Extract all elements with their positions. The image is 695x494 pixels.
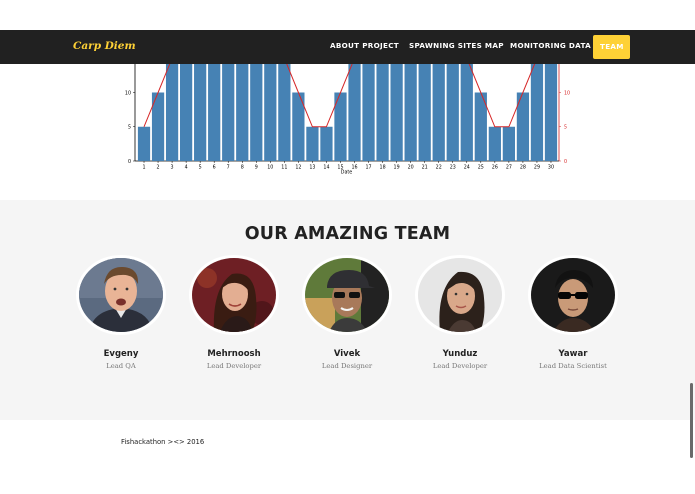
avatar-vivek (302, 255, 392, 335)
x-tick-label: 20 (408, 165, 414, 171)
x-tick-label: 2 (157, 165, 160, 171)
chart-bar (250, 64, 263, 161)
team-member-card: Mehrnoosh Lead Developer (184, 255, 284, 370)
member-role: Lead Developer (206, 362, 262, 370)
x-tick-label: 24 (464, 165, 470, 171)
team-member-card: Yawar Lead Data Scientist (523, 255, 623, 370)
member-role: Lead Developer (432, 362, 488, 370)
member-name: Evgeny (103, 349, 139, 359)
chart-bar (222, 64, 235, 161)
x-tick-label: 13 (309, 165, 315, 171)
x-tick-label: 30 (548, 165, 554, 171)
x-tick-label: 25 (478, 165, 484, 171)
chart-bar (180, 64, 193, 161)
x-tick-label: 3 (171, 165, 174, 171)
chart-bar (530, 64, 544, 161)
member-role: Lead QA (106, 362, 136, 370)
footer: Fishackathon ><> 2016 (0, 420, 695, 494)
x-tick-label: 17 (365, 165, 371, 171)
x-tick-label: 26 (492, 165, 498, 171)
member-name: Vivek (333, 349, 361, 359)
y-tick-label-right: 5 (564, 125, 567, 131)
member-name: Mehrnoosh (207, 349, 261, 359)
chart-bar (264, 64, 277, 161)
x-tick-label: 11 (281, 165, 287, 171)
x-tick-label: 18 (380, 165, 386, 171)
footer-copyright: Fishackathon ><> 2016 (121, 438, 205, 446)
x-tick-label: 6 (213, 165, 216, 171)
chart-bar (348, 64, 361, 161)
chart-bar (362, 64, 375, 161)
y-tick-label-right: 10 (564, 90, 570, 96)
portrait-yawar (531, 258, 615, 332)
chart-bar (236, 64, 249, 161)
nav-link-spawning-sites-map[interactable]: SPAWNING SITES MAP (409, 41, 504, 50)
x-tick-label: 10 (267, 165, 273, 171)
monitoring-chart: 1 2 3 4 5 6 7 8 9 10 11 12 13 14 15 16 17 18 19 20 21 22 23 24 2… (0, 64, 695, 200)
x-tick-label: 7 (227, 165, 230, 171)
nav-link-monitoring-data[interactable]: MONITORING DATA (510, 41, 591, 50)
x-tick-label: 21 (422, 165, 428, 171)
chart-bar (432, 64, 445, 161)
team-member-card: Evgeny Lead QA (71, 255, 171, 370)
x-tick-label: 1 (142, 165, 145, 171)
bar-line-chart: 1 2 3 4 5 6 7 8 9 10 11 12 13 14 15 16 17 18 19 20 21 22 23 24 2… (125, 64, 570, 176)
chart-bar (418, 64, 431, 161)
scrollbar-thumb[interactable] (690, 383, 693, 458)
member-name: Yunduz (442, 349, 478, 359)
chart-bar (390, 64, 403, 161)
chart-bar (194, 64, 207, 161)
y-tick-label-left: 5 (128, 125, 131, 131)
chart-bar (306, 126, 319, 161)
chart-bar (165, 64, 179, 161)
chart-bar (488, 126, 501, 161)
portrait-yunduz (418, 258, 502, 332)
top-navbar: Carp Diem ABOUT PROJECT SPAWNING SITES M… (0, 30, 695, 64)
nav-link-about-project[interactable]: ABOUT PROJECT (330, 41, 399, 50)
x-tick-label: 16 (351, 165, 357, 171)
x-tick-label: 14 (323, 165, 329, 171)
x-axis-label: Date (341, 170, 353, 176)
team-member-card: Vivek Lead Designer (297, 255, 397, 370)
portrait-mehrnoosh (192, 258, 276, 332)
chart-bar (404, 64, 417, 161)
x-tick-label: 5 (199, 165, 202, 171)
x-tick-label: 4 (185, 165, 188, 171)
x-tick-label: 12 (295, 165, 301, 171)
avatar-evgeny (76, 255, 166, 335)
y-tick-label-right: 0 (564, 159, 567, 165)
team-heading: OUR AMAZING TEAM (244, 224, 451, 244)
chart-bar (208, 64, 221, 161)
brand-logo[interactable]: Carp Diem (73, 40, 136, 52)
member-name: Yawar (558, 349, 588, 359)
avatar-yawar (528, 255, 618, 335)
avatar-yunduz (415, 255, 505, 335)
portrait-vivek (305, 258, 389, 332)
chart-bar (446, 64, 459, 161)
chart-bar (278, 64, 291, 161)
x-tick-label: 28 (520, 165, 526, 171)
team-member-card: Yunduz Lead Developer (410, 255, 510, 370)
x-tick-label: 9 (255, 165, 258, 171)
nav-link-team[interactable]: TEAM (593, 35, 630, 59)
x-tick-label: 23 (450, 165, 456, 171)
x-tick-label: 29 (534, 165, 540, 171)
chart-bar (502, 126, 515, 161)
x-tick-label: 22 (436, 165, 442, 171)
member-role: Lead Data Scientist (539, 362, 607, 370)
x-tick-label: 19 (394, 165, 400, 171)
portrait-evgeny (79, 258, 163, 332)
y-tick-label-left: 10 (125, 90, 131, 96)
chart-bar (460, 64, 473, 161)
x-tick-label: 27 (506, 165, 512, 171)
y-tick-label-left: 0 (128, 159, 131, 165)
x-tick-label: 8 (241, 165, 244, 171)
avatar-mehrnoosh (189, 255, 279, 335)
team-section: OUR AMAZING TEAM Evgeny Lead QA Mehrnoos… (0, 200, 695, 420)
chart-bar (376, 64, 389, 161)
chart-bar (137, 126, 151, 161)
member-role: Lead Designer (321, 362, 373, 370)
chart-bar (320, 126, 333, 161)
chart-bar (544, 64, 558, 161)
